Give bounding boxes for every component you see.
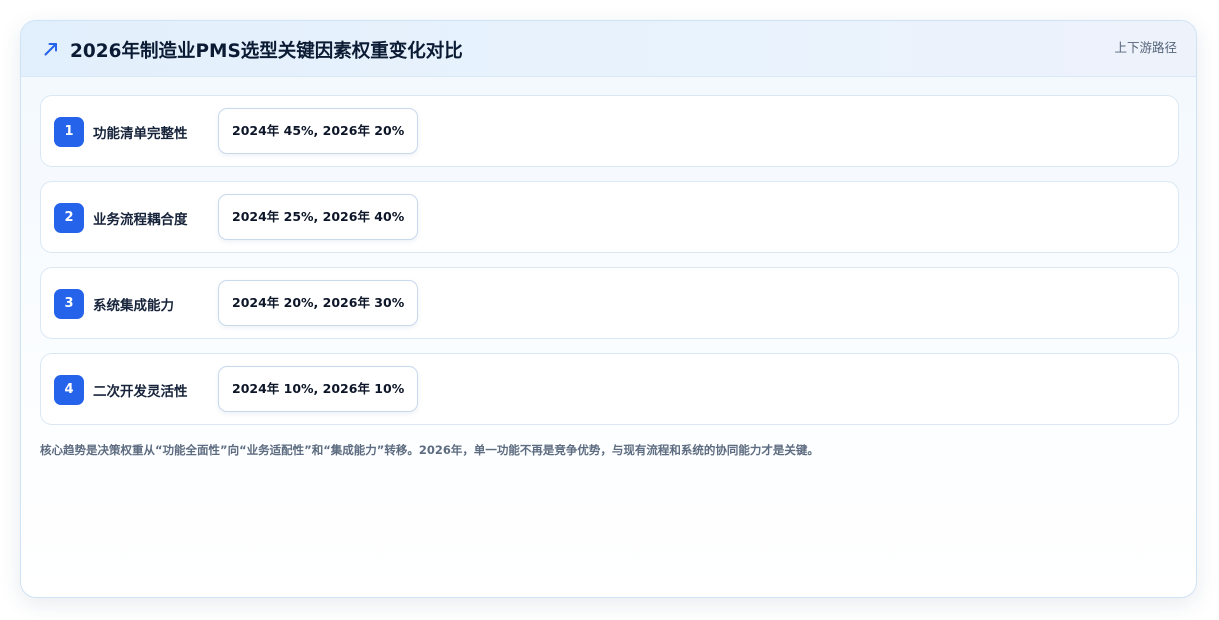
card-title: 2026年制造业PMS选型关键因素权重变化对比 (70, 41, 463, 62)
factor-label: 功能清单完整性 (93, 126, 188, 142)
factor-index-badge: 4 (54, 375, 84, 405)
trend-up-arrow-icon (44, 43, 57, 56)
factor-row: 1 功能清单完整性 2024年 45%, 2026年 20% (40, 95, 1179, 167)
factor-label: 系统集成能力 (93, 298, 174, 314)
path-tag: 上下游路径 (1114, 40, 1177, 55)
factor-weight-pill: 2024年 25%, 2026年 40% (218, 194, 419, 240)
factor-label: 业务流程耦合度 (93, 212, 188, 228)
factor-weight-pill: 2024年 45%, 2026年 20% (218, 108, 419, 154)
factor-weight-pill: 2024年 10%, 2026年 10% (218, 366, 419, 412)
factor-row: 2 业务流程耦合度 2024年 25%, 2026年 40% (40, 181, 1179, 253)
card-header: 2026年制造业PMS选型关键因素权重变化对比 上下游路径 (21, 21, 1196, 77)
factor-index-badge: 3 (54, 289, 84, 319)
weight-comparison-card: 2026年制造业PMS选型关键因素权重变化对比 上下游路径 1 功能清单完整性 … (20, 20, 1197, 598)
factor-index-badge: 2 (54, 203, 84, 233)
factor-index-badge: 1 (54, 117, 84, 147)
factor-weight-pill: 2024年 20%, 2026年 30% (218, 280, 419, 326)
trend-summary-note: 核心趋势是决策权重从“功能全面性”向“业务适配性”和“集成能力”转移。2026年… (40, 443, 819, 457)
factor-row: 3 系统集成能力 2024年 20%, 2026年 30% (40, 267, 1179, 339)
factor-row: 4 二次开发灵活性 2024年 10%, 2026年 10% (40, 353, 1179, 425)
factor-label: 二次开发灵活性 (93, 384, 188, 400)
